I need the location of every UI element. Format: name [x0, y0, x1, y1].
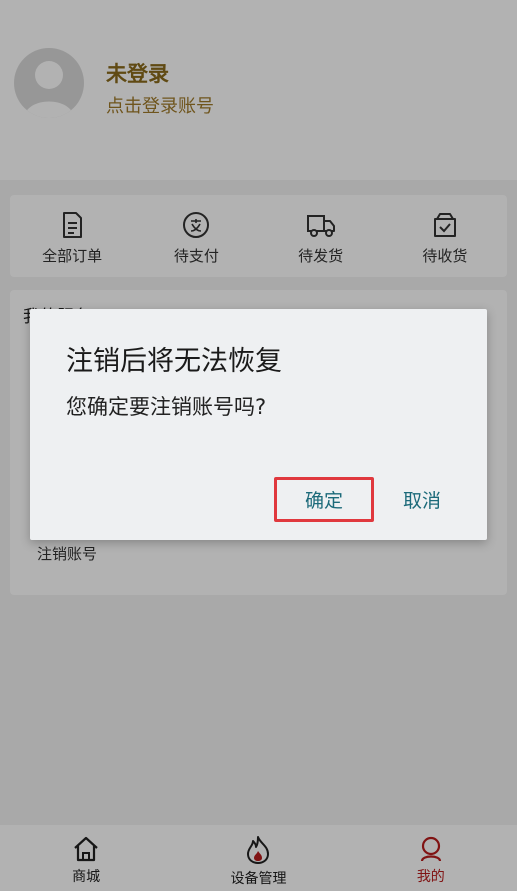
confirm-dialog: 注销后将无法恢复 您确定要注销账号吗? 确定 取消 — [30, 309, 487, 540]
cancel-button[interactable]: 取消 — [388, 477, 456, 522]
confirm-button[interactable]: 确定 — [274, 477, 374, 522]
dialog-message: 您确定要注销账号吗? — [66, 395, 267, 419]
dialog-title: 注销后将无法恢复 — [66, 346, 282, 377]
